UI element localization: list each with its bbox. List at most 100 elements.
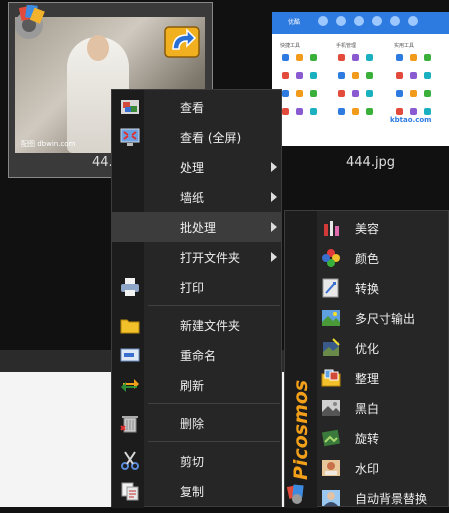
app-tile-icon xyxy=(410,72,417,79)
app-tile-icon xyxy=(338,90,345,97)
rotate-overlay-icon[interactable] xyxy=(163,21,203,59)
submenu-item-optimize[interactable]: 优化 xyxy=(285,333,448,363)
menu-item-label: 重命名 xyxy=(180,349,217,363)
submenu-item-label: 颜色 xyxy=(355,252,380,266)
menu-item-open-folder[interactable]: 打开文件夹 xyxy=(112,242,281,272)
submenu-item-label: 水印 xyxy=(355,462,380,476)
app-tile-icon xyxy=(424,72,431,79)
app-tile-icon xyxy=(396,108,403,115)
submenu-item-label: 转换 xyxy=(355,282,380,296)
submenu-item-label: 美容 xyxy=(355,222,380,236)
thumbnail-2[interactable]: 优酷 快捷工具 手机管理 实用工具 kbtao.com xyxy=(272,12,449,146)
color-icon xyxy=(322,249,340,267)
app-tile-icon xyxy=(296,72,303,79)
menu-item-new-folder[interactable]: 新建文件夹 xyxy=(112,310,281,340)
submenu-item-beauty[interactable]: 美容 xyxy=(285,213,448,243)
app-tile-icon xyxy=(396,54,403,61)
menu-item-label: 剪切 xyxy=(180,455,205,469)
photo-face xyxy=(87,35,109,61)
submenu-item-convert[interactable]: 转换 xyxy=(285,273,448,303)
submenu-arrow-icon xyxy=(271,252,277,262)
app-tile-icon xyxy=(352,54,359,61)
menu-item-batch[interactable]: 批处理 xyxy=(112,212,281,242)
menu-item-delete[interactable]: 删除 xyxy=(112,408,281,438)
app-tile-icon xyxy=(410,54,417,61)
context-menu: 查看 查看 (全屏) 处理 墙纸 批处理 打开文件夹 打印 新建文件夹 重命名 … xyxy=(111,89,282,508)
app-tile-icon xyxy=(282,108,289,115)
menu-separator xyxy=(148,441,280,442)
brand-logo: Picosmos xyxy=(290,372,314,482)
menu-item-view-fullscreen[interactable]: 查看 (全屏) xyxy=(112,122,281,152)
auto-background-icon xyxy=(322,490,340,506)
app-tile-icon xyxy=(338,72,345,79)
toolbar-dot-icon xyxy=(354,16,364,26)
menu-item-wallpaper[interactable]: 墙纸 xyxy=(112,182,281,212)
refresh-icon xyxy=(121,379,139,392)
thumbnail-2-name: 444.jpg xyxy=(346,155,396,170)
submenu-item-label: 多尺寸输出 xyxy=(355,312,416,326)
app-tile-icon xyxy=(352,108,359,115)
app-tile-icon xyxy=(366,54,373,61)
screenshot-titlebar: 优酷 xyxy=(272,12,449,34)
menu-separator xyxy=(148,403,280,404)
rename-icon xyxy=(120,348,140,362)
app-tile-icon xyxy=(424,108,431,115)
screenshot-column-1: 快捷工具 xyxy=(280,43,301,49)
app-tile-icon xyxy=(310,108,317,115)
screenshot-column-2: 手机管理 xyxy=(336,43,357,49)
toolbar-dot-icon xyxy=(390,16,400,26)
brand-photos-icon xyxy=(286,484,304,504)
submenu-item-label: 自动背景替换 xyxy=(355,492,428,506)
menu-item-view[interactable]: 查看 xyxy=(112,92,281,122)
menu-item-label: 墙纸 xyxy=(180,191,205,205)
menu-separator xyxy=(148,305,280,306)
app-tile-icon xyxy=(282,90,289,97)
menu-item-label: 刷新 xyxy=(180,379,205,393)
app-tile-icon xyxy=(396,72,403,79)
menu-item-refresh[interactable]: 刷新 xyxy=(112,370,281,400)
app-tile-icon xyxy=(424,90,431,97)
photo-caption: 配图 dbwin.com xyxy=(21,140,76,148)
watermark-icon xyxy=(322,460,340,476)
menu-item-label: 打印 xyxy=(180,281,205,295)
black-white-icon xyxy=(322,400,340,416)
app-tile-icon xyxy=(338,108,345,115)
app-tile-icon xyxy=(282,72,289,79)
app-tile-icon xyxy=(366,108,373,115)
menu-item-label: 新建文件夹 xyxy=(180,319,241,333)
app-tile-icon xyxy=(338,54,345,61)
submenu-item-auto-background[interactable]: 自动背景替换 xyxy=(285,483,448,513)
menu-item-label: 删除 xyxy=(180,417,205,431)
convert-icon xyxy=(322,278,339,298)
app-tile-icon xyxy=(366,72,373,79)
menu-item-rename[interactable]: 重命名 xyxy=(112,340,281,370)
app-tile-icon xyxy=(310,72,317,79)
menu-item-print[interactable]: 打印 xyxy=(112,272,281,302)
menu-item-process[interactable]: 处理 xyxy=(112,152,281,182)
rotate-icon xyxy=(321,429,341,447)
app-tile-icon xyxy=(282,54,289,61)
toolbar-dot-icon xyxy=(336,16,346,26)
submenu-item-color[interactable]: 颜色 xyxy=(285,243,448,273)
toolbar-dot-icon xyxy=(408,16,418,26)
organize-icon xyxy=(321,369,341,387)
submenu-item-label: 整理 xyxy=(355,372,380,386)
screenshot-title: 优酷 xyxy=(288,19,301,26)
app-tile-icon xyxy=(396,90,403,97)
app-tile-icon xyxy=(366,90,373,97)
app-tile-icon xyxy=(424,54,431,61)
menu-item-label: 批处理 xyxy=(180,221,217,235)
menu-item-cut[interactable]: 剪切 xyxy=(112,446,281,476)
submenu-arrow-icon xyxy=(271,162,277,172)
view-icon xyxy=(121,100,139,114)
optimize-icon xyxy=(323,338,340,356)
app-tile-icon xyxy=(296,108,303,115)
submenu-item-label: 旋转 xyxy=(355,432,380,446)
menu-item-label: 复制 xyxy=(180,485,205,499)
folder-icon xyxy=(120,319,140,334)
menu-item-copy[interactable]: 复制 xyxy=(112,476,281,506)
submenu-item-multi-size[interactable]: 多尺寸输出 xyxy=(285,303,448,333)
app-tile-icon xyxy=(352,72,359,79)
screenshot-column-3: 实用工具 xyxy=(394,43,415,49)
copy-icon xyxy=(121,482,139,501)
